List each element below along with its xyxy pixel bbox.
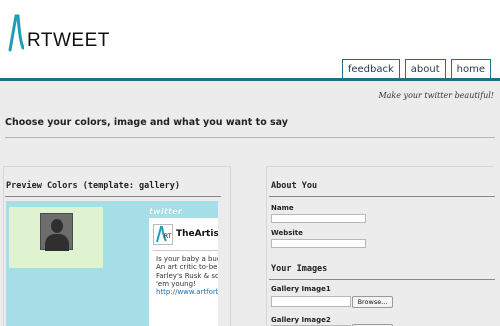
logo-text: RTWEET (27, 30, 110, 51)
profile-box (9, 207, 103, 268)
your-images-title: Your Images (271, 264, 328, 274)
website-input[interactable] (271, 239, 366, 248)
main-nav: feedback about home (341, 59, 491, 79)
twitter-preview: twitter RT TheArtist Is your baby a budc… (6, 201, 218, 326)
twitter-wordmark: twitter (149, 207, 183, 216)
preview-title: Preview Colors (template: gallery) (6, 181, 180, 191)
avatar-head-icon (51, 219, 63, 233)
name-label: Name (271, 204, 294, 212)
tweet-divider (153, 250, 218, 251)
site-header: RTWEET feedback about home (0, 0, 500, 79)
tweet-line: Is your baby a budc (156, 255, 218, 263)
tweet-line: 'em young! (156, 279, 196, 288)
avatar (40, 213, 73, 251)
nav-home[interactable]: home (450, 59, 491, 79)
name-input[interactable] (271, 214, 366, 223)
tweet-username: TheArtist (176, 229, 218, 239)
nav-about[interactable]: about (404, 59, 446, 79)
form-panel: About You Name Website Your Images Galle… (266, 166, 495, 326)
gallery-image1-browse-button[interactable]: Browse... (352, 296, 393, 308)
tweet-card: RT TheArtist Is your baby a budc An art … (149, 218, 218, 326)
header-divider (0, 78, 500, 81)
page-heading: Choose your colors, image and what you w… (5, 117, 288, 128)
tweet-avatar: RT (153, 224, 173, 245)
tweet-line: Farley's Rusk & son (156, 271, 218, 280)
preview-panel: Preview Colors (template: gallery) twitt… (3, 166, 231, 326)
artweet-mini-logo-icon: RT (156, 226, 172, 243)
website-label: Website (271, 229, 303, 237)
svg-text:RT: RT (164, 233, 172, 240)
heading-divider (5, 137, 495, 138)
about-you-title: About You (271, 181, 318, 191)
nav-feedback[interactable]: feedback (341, 59, 400, 79)
tweet-link[interactable]: http://www.artforb (156, 288, 218, 296)
tagline: Make your twitter beautiful! (378, 91, 494, 100)
about-you-divider (269, 196, 495, 197)
gallery-image2-label: Gallery Image2 (271, 316, 331, 324)
logo-a-icon (8, 14, 24, 52)
gallery-image1-field[interactable] (271, 296, 351, 307)
tweet-text: Is your baby a budc An art critic to-be?… (156, 255, 218, 296)
artweet-logo[interactable]: RTWEET (8, 14, 109, 52)
gallery-image1-label: Gallery Image1 (271, 285, 331, 293)
your-images-divider (269, 279, 495, 280)
preview-divider (5, 196, 221, 197)
avatar-body-icon (45, 234, 69, 251)
tweet-line: An art critic to-be? (156, 263, 218, 272)
